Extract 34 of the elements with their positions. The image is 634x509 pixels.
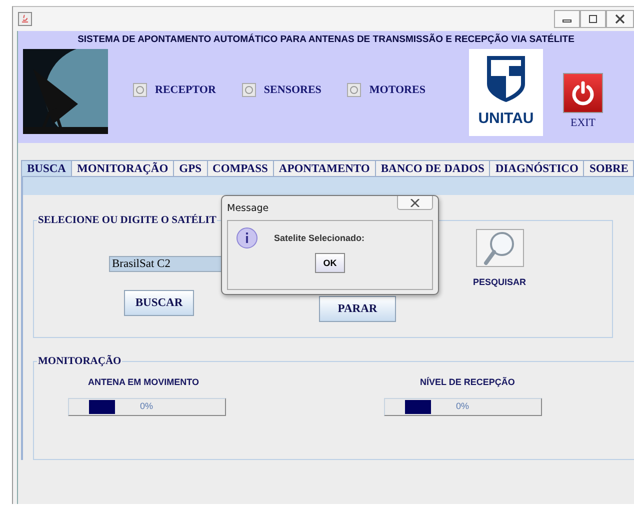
progress-reading: 0% bbox=[140, 401, 154, 411]
minimize-button[interactable] bbox=[554, 10, 580, 28]
exit-button[interactable] bbox=[563, 73, 603, 113]
maximize-button[interactable] bbox=[580, 10, 606, 28]
indicator-label: MOTORES bbox=[369, 84, 426, 96]
shield-icon bbox=[485, 54, 527, 104]
indicator-label: RECEPTOR bbox=[155, 84, 216, 96]
tab[interactable]: SOBRE bbox=[583, 160, 634, 176]
exit-label: EXIT bbox=[570, 117, 596, 129]
indicator-label: SENSORES bbox=[264, 84, 322, 96]
search-icon[interactable] bbox=[476, 229, 524, 267]
search-button[interactable]: BUSCAR bbox=[124, 290, 194, 316]
meter-label: NÍVEL DE RECEPÇÃO bbox=[420, 377, 515, 387]
ok-button[interactable]: OK bbox=[315, 253, 345, 273]
dialog-message: Satelite Selecionado: bbox=[274, 233, 365, 243]
power-icon bbox=[570, 80, 596, 106]
group-title: MONITORAÇÃO bbox=[37, 356, 122, 367]
tab[interactable]: MONITORAÇÃO bbox=[70, 160, 174, 176]
search-label: PESQUISAR bbox=[473, 277, 526, 287]
maximize-icon bbox=[588, 14, 598, 24]
close-icon bbox=[410, 198, 420, 206]
app-icon bbox=[18, 12, 32, 26]
progress-reading: 0% bbox=[456, 401, 470, 411]
close-button[interactable] bbox=[397, 196, 433, 210]
system-title: SISTEMA DE APONTAMENTO AUTOMÁTICO PARA ANTENAS DE TRANSMISSÃO E RECEPÇÃO VIA SATÉLITE bbox=[76, 34, 576, 45]
info-icon bbox=[236, 227, 258, 249]
close-button[interactable] bbox=[606, 10, 634, 28]
dialog-title: Message bbox=[227, 202, 269, 214]
university-logo: UNITAU bbox=[469, 49, 543, 136]
tab[interactable]: BUSCA bbox=[21, 160, 72, 176]
group-title: SELECIONE OU DIGITE O SATÉLIT bbox=[37, 215, 218, 226]
close-icon bbox=[615, 14, 625, 24]
stop-button[interactable]: PARAR bbox=[319, 296, 396, 322]
meter-label: ANTENA EM MOVIMENTO bbox=[88, 377, 200, 387]
